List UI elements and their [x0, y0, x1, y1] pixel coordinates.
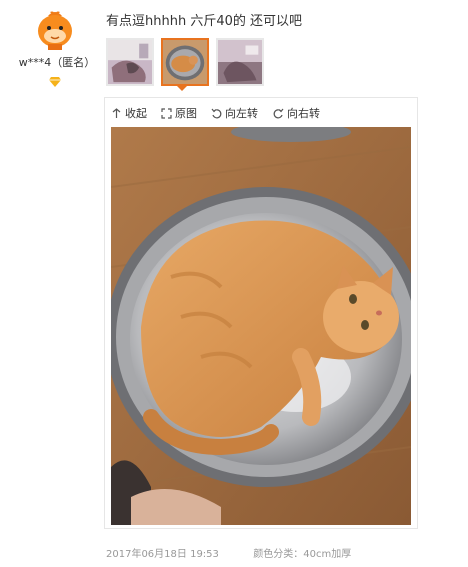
cat-photo-thumb-1-icon [108, 40, 152, 84]
rotate-right-button[interactable]: 向右转 [273, 105, 320, 121]
review-spec: 颜色分类：40cm加厚 [253, 549, 352, 560]
thumbnail-1[interactable] [106, 38, 154, 86]
expand-icon [161, 107, 172, 119]
review-date: 2017年06月18日 19:53 [106, 549, 219, 560]
orange-cartoon-avatar-icon [38, 11, 72, 50]
cat-photo-thumb-2-icon [163, 40, 207, 84]
avatar[interactable] [34, 10, 76, 50]
active-thumb-arrow [176, 85, 188, 91]
thumbnail-strip [106, 38, 276, 91]
rotate-right-icon [273, 108, 284, 118]
viewer-toolbar: 收起 原图 向左转 向右转 [105, 98, 417, 126]
original-image-label: 原图 [175, 107, 197, 120]
collapse-button[interactable]: 收起 [111, 105, 147, 121]
rotate-left-label: 向左转 [225, 107, 258, 120]
cat-in-bowl-photo [111, 127, 411, 525]
rotate-left-icon [211, 108, 222, 118]
username: w***4（匿名） [18, 56, 96, 69]
rotate-right-label: 向右转 [287, 107, 320, 120]
review-meta: 2017年06月18日 19:53 颜色分类：40cm加厚 [106, 545, 351, 560]
thumbnail-3[interactable] [216, 38, 264, 86]
cat-photo-thumb-3-icon [218, 40, 262, 84]
arrow-up-icon [112, 107, 121, 118]
thumbnail-2[interactable] [161, 38, 209, 86]
image-viewer: 收起 原图 向左转 向右转 [104, 97, 418, 529]
rotate-left-button[interactable]: 向左转 [211, 105, 258, 121]
collapse-label: 收起 [125, 107, 147, 120]
review-comment: 有点逗hhhhh 六斤40的 还可以吧 [106, 14, 303, 29]
review-photo[interactable] [111, 127, 411, 525]
diamond-icon [49, 72, 61, 87]
original-image-button[interactable]: 原图 [161, 105, 197, 121]
